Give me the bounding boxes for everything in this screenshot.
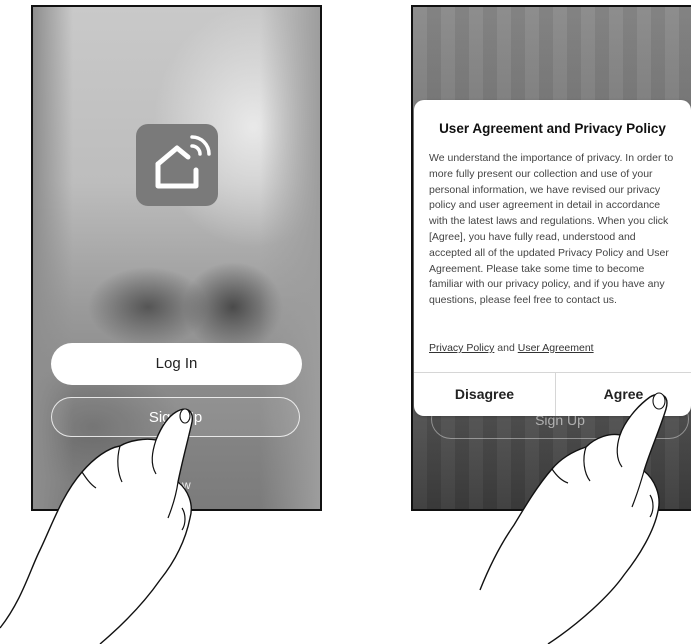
links-connector: and: [497, 342, 515, 354]
pointing-hand-icon: [0, 408, 193, 644]
home-wifi-icon: [155, 135, 211, 189]
dialog-body-text: We understand the importance of privacy.…: [429, 152, 674, 307]
smart-home-app-icon: [136, 124, 218, 206]
pointing-hand-icon: [479, 392, 668, 644]
privacy-policy-dialog: User Agreement and Privacy Policy We und…: [414, 100, 691, 416]
login-button[interactable]: Log In: [51, 343, 302, 385]
dialog-links-row: Privacy Policy and User Agreement: [429, 342, 594, 354]
dialog-title: User Agreement and Privacy Policy: [439, 121, 666, 136]
user-agreement-link[interactable]: User Agreement: [518, 342, 594, 354]
privacy-policy-link[interactable]: Privacy Policy: [429, 342, 494, 354]
